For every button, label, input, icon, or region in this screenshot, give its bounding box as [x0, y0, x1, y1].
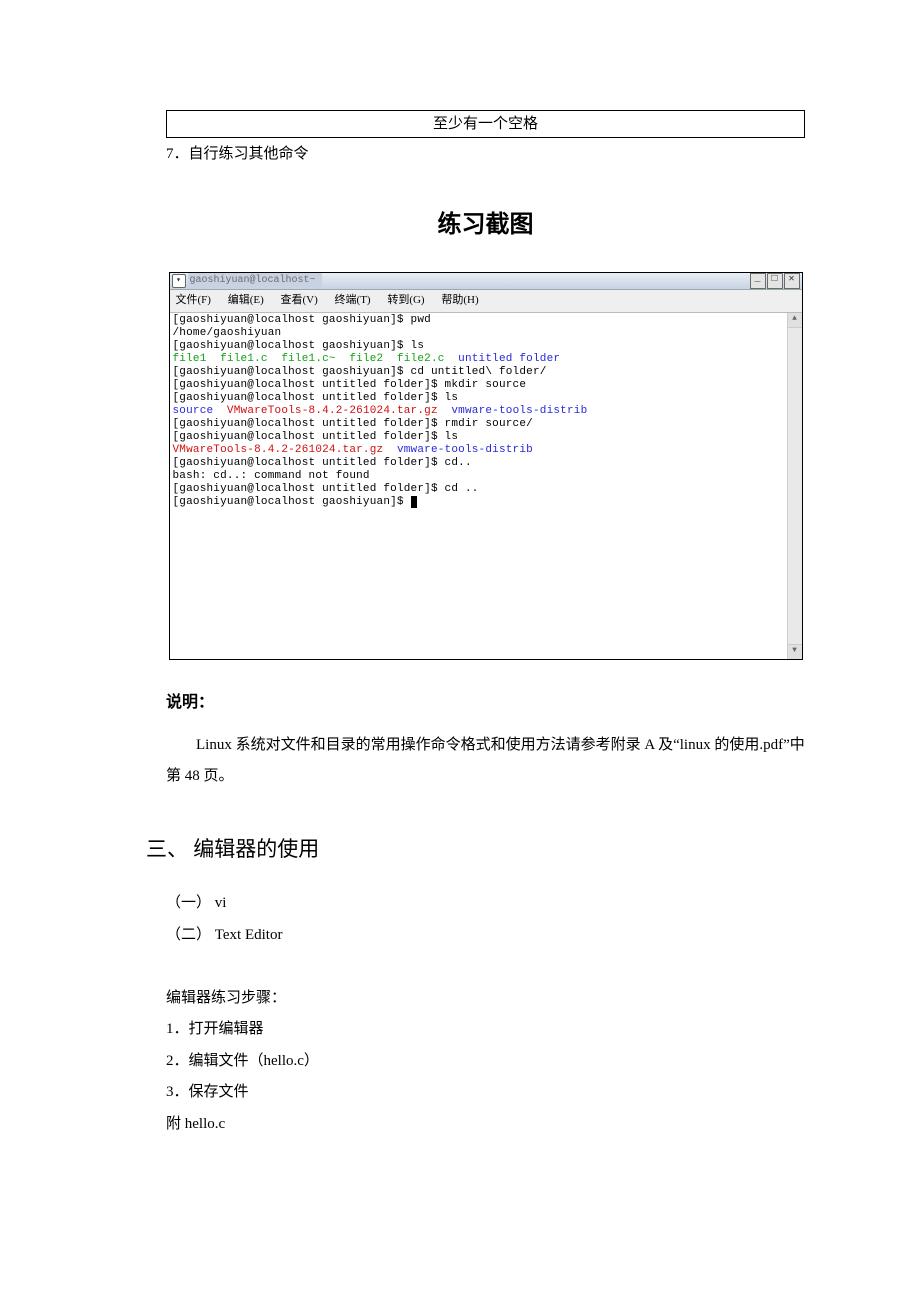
- window-title: gaoshiyuan@localhost~: [188, 273, 322, 289]
- minimize-button[interactable]: _: [750, 273, 766, 289]
- menu-edit[interactable]: 编辑(E): [228, 294, 264, 306]
- terminal-window: ▾ gaoshiyuan@localhost~ _ □ ✕ 文件(F) 编辑(E…: [169, 272, 803, 660]
- menu-goto[interactable]: 转到(G): [387, 294, 424, 306]
- hint-text: 至少有一个空格: [433, 116, 538, 132]
- editor-steps-heading: 编辑器练习步骤：: [166, 983, 805, 1015]
- practice-screenshot-heading: 练习截图: [166, 206, 805, 244]
- scrollbar[interactable]: ▲ ▼: [787, 313, 802, 659]
- scroll-up-icon[interactable]: ▲: [788, 313, 802, 328]
- menu-help[interactable]: 帮助(H): [441, 294, 478, 306]
- maximize-button[interactable]: □: [767, 273, 783, 289]
- editor-step-1: 1．打开编辑器: [166, 1014, 805, 1046]
- app-menu-icon[interactable]: ▾: [172, 274, 186, 288]
- editor-item-texteditor: （二） Text Editor: [166, 920, 805, 952]
- editor-step-3: 3．保存文件: [166, 1077, 805, 1109]
- editor-step-2: 2．编辑文件（hello.c）: [166, 1046, 805, 1078]
- explain-text: Linux 系统对文件和目录的常用操作命令格式和使用方法请参考附录 A 及“li…: [166, 730, 805, 793]
- step-7: 7．自行练习其他命令: [166, 142, 805, 166]
- section-3-title: 三、 编辑器的使用: [146, 833, 805, 867]
- editor-attachment: 附 hello.c: [166, 1109, 805, 1141]
- hint-box: 至少有一个空格: [166, 110, 805, 138]
- terminal-menubar: 文件(F) 编辑(E) 查看(V) 终端(T) 转到(G) 帮助(H): [170, 290, 802, 313]
- editor-item-vi: （一） vi: [166, 888, 805, 920]
- close-button[interactable]: ✕: [784, 273, 800, 289]
- menu-terminal[interactable]: 终端(T): [335, 294, 371, 306]
- menu-file[interactable]: 文件(F): [176, 294, 211, 306]
- terminal-titlebar: ▾ gaoshiyuan@localhost~ _ □ ✕: [170, 273, 802, 290]
- menu-view[interactable]: 查看(V): [281, 294, 318, 306]
- explain-heading: 说明：: [166, 690, 805, 716]
- terminal-output[interactable]: [gaoshiyuan@localhost gaoshiyuan]$ pwd/h…: [170, 313, 787, 659]
- scroll-down-icon[interactable]: ▼: [788, 644, 802, 659]
